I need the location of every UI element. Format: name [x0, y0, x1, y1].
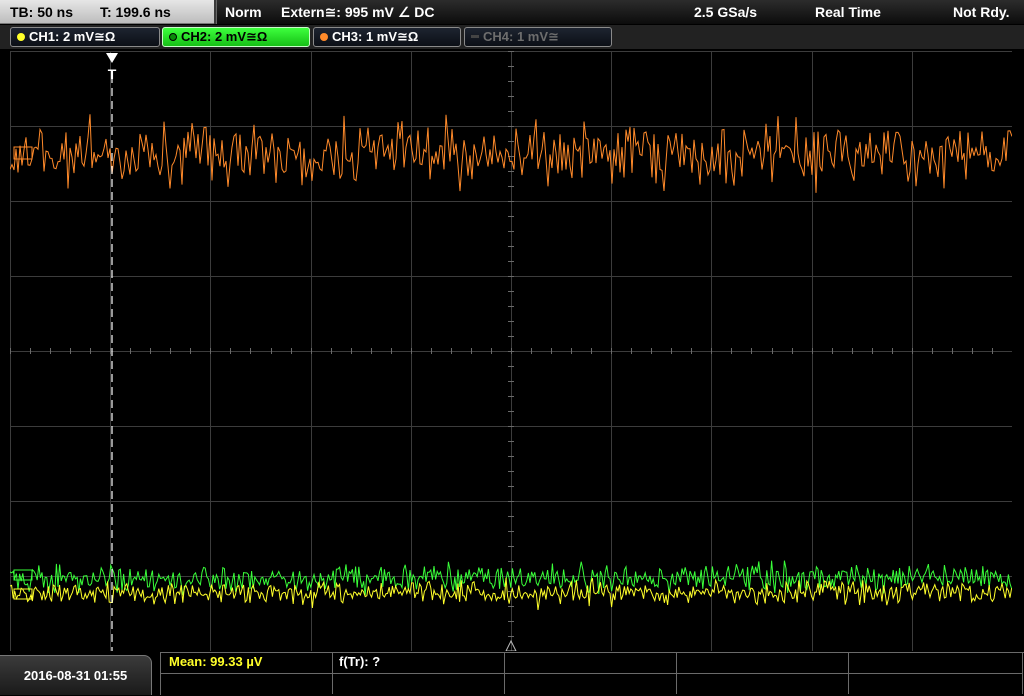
timebase-label: TB: 50 ns — [10, 4, 74, 20]
channel-marker-icon — [169, 33, 177, 41]
acquisition-mode-label: Real Time — [815, 4, 881, 20]
channel-marker-icon — [320, 33, 328, 41]
channel-1-label: CH1: 2 mV≅Ω — [29, 29, 116, 44]
channel-2-label: CH2: 2 mV≅Ω — [181, 29, 268, 44]
datetime-display: 2016-08-31 01:55 — [0, 655, 152, 695]
graticule — [10, 51, 1012, 651]
waveform-svg: T — [10, 51, 1012, 651]
waveform-display[interactable]: T — [10, 51, 1012, 651]
channel-2-button[interactable]: CH2: 2 mV≅Ω — [162, 27, 310, 47]
measurement-panel: Mean: 99.33 µV f(Tr): ? — [160, 652, 1024, 695]
sample-rate-label: 2.5 GSa/s — [694, 4, 758, 20]
mean-measurement: Mean: 99.33 µV — [169, 654, 263, 669]
trigger-position-icon[interactable]: T — [106, 53, 118, 82]
channel-4-label: CH4: 1 mV≅ — [483, 29, 559, 44]
channel-1-button[interactable]: CH1: 2 mV≅Ω — [10, 27, 160, 47]
run-status-label: Not Rdy. — [953, 4, 1010, 20]
channel-marker-icon — [17, 33, 25, 41]
acquisition-status-box[interactable]: Norm Extern≅: 995 mV ∠ DC 2.5 GSa/s Real… — [216, 0, 1024, 24]
channel-marker-icon — [471, 35, 479, 38]
timebase-box[interactable]: TB: 50 ns T: 199.6 ns — [0, 0, 214, 24]
trigger-marker-label: T — [108, 66, 117, 82]
channel-bar: CH1: 2 mV≅Ω CH2: 2 mV≅Ω CH3: 1 mV≅Ω CH4:… — [0, 25, 1024, 49]
trigger-time-label: T: 199.6 ns — [100, 4, 171, 20]
frequency-measurement: f(Tr): ? — [339, 654, 381, 669]
channel-3-button[interactable]: CH3: 1 mV≅Ω — [313, 27, 461, 47]
channel-3-label: CH3: 1 mV≅Ω — [332, 29, 419, 44]
trigger-mode-label: Norm — [225, 4, 262, 20]
measurement-divider — [161, 673, 1023, 674]
trigger-source-label: Extern≅: 995 mV ∠ DC — [281, 4, 435, 20]
channel-4-button[interactable]: CH4: 1 mV≅ — [464, 27, 612, 47]
